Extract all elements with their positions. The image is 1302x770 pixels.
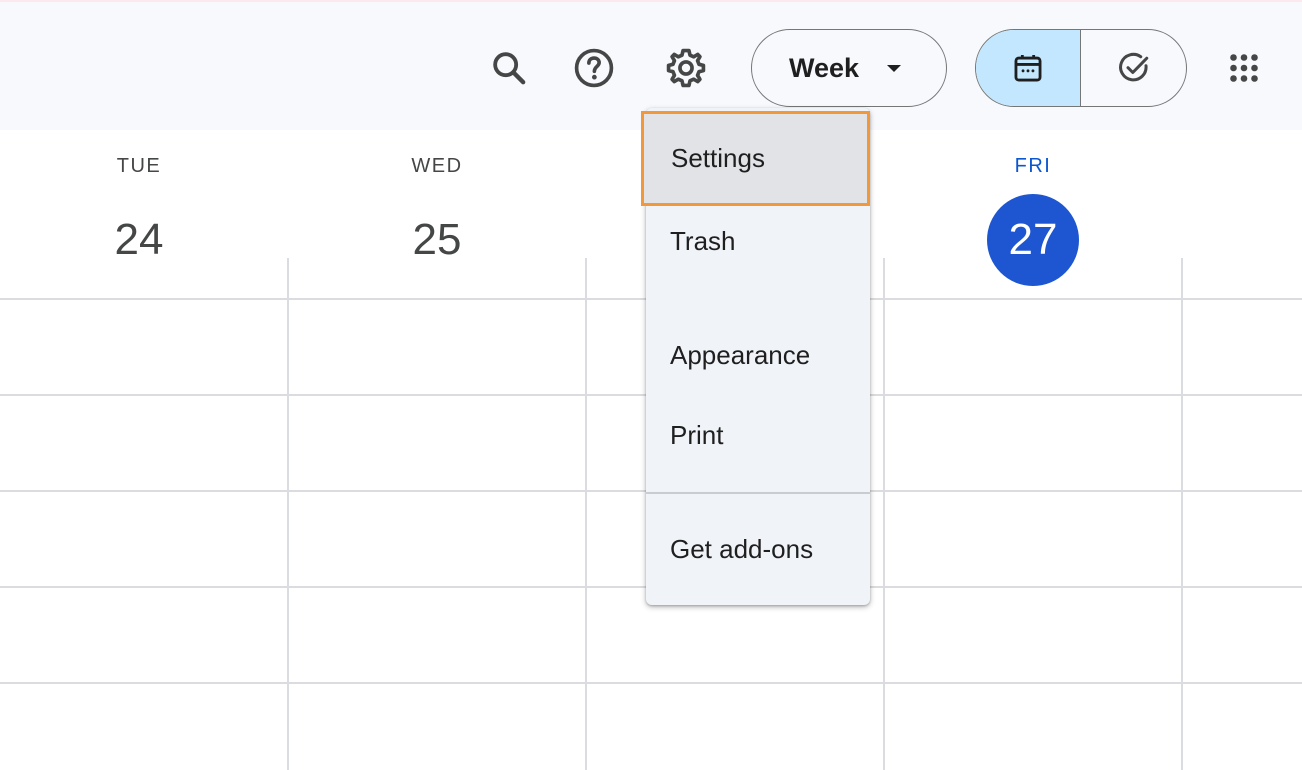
view-selector-button[interactable]: Week (751, 29, 947, 107)
grid-column-divider (287, 258, 289, 770)
chevron-down-icon (887, 65, 901, 72)
menu-item-get-add-ons[interactable]: Get add-ons (646, 509, 870, 589)
day-name: WED (411, 155, 463, 177)
day-name: FRI (1014, 155, 1052, 177)
grid-column-divider (883, 258, 885, 770)
view-selector-label: Week (789, 52, 860, 83)
help-icon[interactable] (566, 40, 622, 96)
menu-divider (646, 297, 870, 299)
settings-gear-icon[interactable] (658, 40, 714, 96)
day-name: TUE (116, 155, 162, 177)
calendar-view-button[interactable] (976, 30, 1081, 106)
day-header-tue: TUE 24 (39, 130, 239, 286)
menu-divider (646, 492, 870, 494)
search-icon[interactable] (481, 40, 537, 96)
menu-item-trash[interactable]: Trash (646, 201, 870, 281)
tasks-view-button[interactable] (1081, 30, 1186, 106)
day-number[interactable]: 24 (93, 194, 185, 286)
day-header-fri-today: FRI 27 (933, 130, 1133, 286)
settings-menu: Settings Trash Appearance Print Get add-… (641, 108, 870, 605)
menu-item-appearance[interactable]: Appearance (646, 315, 870, 395)
today-day-number[interactable]: 27 (987, 194, 1079, 286)
day-number[interactable]: 25 (391, 194, 483, 286)
tasks-check-icon (1118, 52, 1148, 82)
grid-row-divider (0, 682, 1302, 684)
menu-item-settings[interactable]: Settings (641, 111, 870, 206)
grid-column-divider (1181, 258, 1183, 770)
menu-item-print[interactable]: Print (646, 395, 870, 475)
calendar-tasks-toggle (975, 29, 1187, 107)
grid-column-divider (585, 258, 587, 770)
apps-grid-icon[interactable] (1216, 40, 1272, 96)
calendar-icon (1014, 54, 1042, 82)
day-header-wed: WED 25 (337, 130, 537, 286)
